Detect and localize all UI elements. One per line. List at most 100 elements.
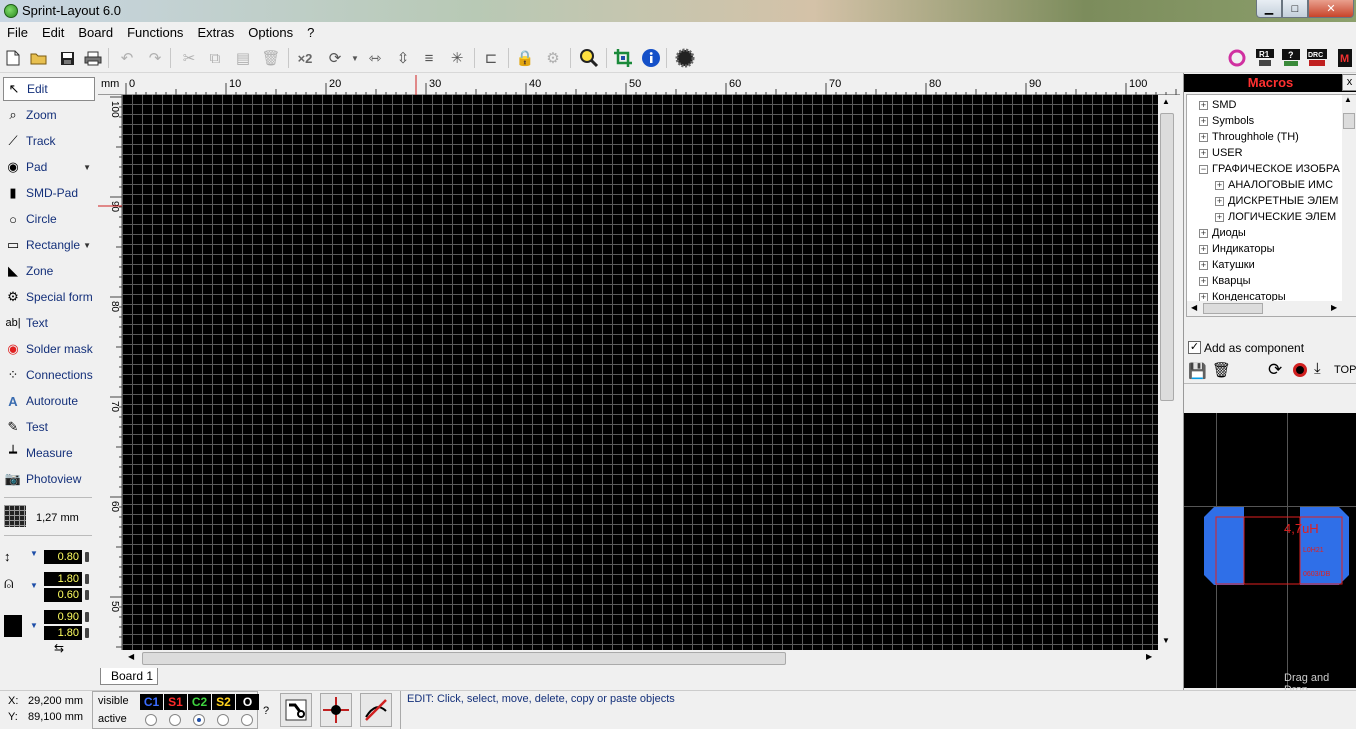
expand-icon[interactable]: + <box>1199 260 1208 270</box>
close-button[interactable]: ✕ <box>1308 0 1354 18</box>
layer-c1-active-radio[interactable] <box>145 714 157 726</box>
tree-item[interactable]: + Throughhole (TH) <box>1199 129 1299 145</box>
expand-icon[interactable]: + <box>1199 148 1208 158</box>
layer-s2-active-radio[interactable] <box>217 714 229 726</box>
paste-icon[interactable]: ▤ <box>232 47 254 69</box>
macro-tree[interactable]: + SMD + Symbols + Throughhole (TH) + USER − ГРАФИ… <box>1186 94 1356 317</box>
snap-icon[interactable]: ✳ <box>446 47 468 69</box>
layer-top-button[interactable]: TOP <box>1334 364 1356 376</box>
component-icon[interactable] <box>674 47 696 69</box>
layers-help[interactable]: ? <box>263 705 269 717</box>
macros-close-button[interactable]: x <box>1342 74 1356 91</box>
rotate-icon[interactable]: ⟳ <box>324 47 346 69</box>
pad-target-icon[interactable] <box>1226 47 1248 69</box>
add-as-component-checkbox[interactable]: ✓ <box>1188 341 1201 354</box>
mirror-horizontal-icon[interactable]: ⇿ <box>364 47 386 69</box>
tool-autoroute[interactable]: A Autoroute <box>3 389 95 413</box>
pcb-canvas[interactable] <box>122 95 1158 650</box>
copy-icon[interactable]: ⧉ <box>204 47 226 69</box>
expand-icon[interactable]: + <box>1199 100 1208 110</box>
unlock-icon[interactable]: ⚙ <box>542 47 564 69</box>
layer-s1-visible[interactable]: S1 <box>164 694 187 710</box>
tool-edit[interactable]: ↖ Edit <box>3 77 95 101</box>
smd-width-field[interactable]: 0.90 <box>44 610 82 624</box>
import-icon[interactable]: ⤓ <box>1314 360 1321 377</box>
pad-outer-field[interactable]: 1.80 <box>44 572 82 586</box>
menu-board[interactable]: Board <box>71 25 120 40</box>
menu-edit[interactable]: Edit <box>35 25 71 40</box>
tree-item[interactable]: + SMD <box>1199 97 1236 113</box>
expand-icon[interactable]: + <box>1199 276 1208 286</box>
pad-inner-field[interactable]: 0.60 <box>44 588 82 602</box>
expand-icon[interactable]: + <box>1215 196 1224 206</box>
scroll-left-icon[interactable]: ◀ <box>128 652 134 661</box>
print-icon[interactable] <box>82 47 104 69</box>
tool-track[interactable]: ⟋ Track <box>3 129 95 153</box>
rotate-dropdown-icon[interactable]: ▼ <box>344 47 366 69</box>
tree-item[interactable]: + АНАЛОГОВЫЕ ИМС <box>1215 177 1333 193</box>
menu-file[interactable]: File <box>0 25 35 40</box>
rubberband-button[interactable] <box>360 693 392 727</box>
tool-solder-mask[interactable]: ◉ Solder mask <box>3 337 95 361</box>
tree-item[interactable]: + Кварцы <box>1199 273 1251 289</box>
group-icon[interactable]: ⊏ <box>480 47 502 69</box>
track-width-dropdown-icon[interactable]: ▼ <box>30 549 38 558</box>
expand-icon[interactable]: + <box>1199 244 1208 254</box>
track-width-field[interactable]: 0.80 <box>44 550 82 564</box>
pad-size-dropdown-icon[interactable]: ▼ <box>30 581 38 590</box>
layer-c1-visible[interactable]: C1 <box>140 694 163 710</box>
smd-size-dropdown-icon[interactable]: ▼ <box>30 621 38 630</box>
macro-preview[interactable]: 4,7uH L0H21 0603/DB Drag and Drop <box>1184 413 1356 696</box>
menu-extras[interactable]: Extras <box>190 25 241 40</box>
menu-functions[interactable]: Functions <box>120 25 190 40</box>
pad-dropdown-icon[interactable]: ▼ <box>83 163 91 172</box>
refresh-icon[interactable]: ⟳ <box>1268 360 1282 380</box>
layer-c2-visible[interactable]: C2 <box>188 694 211 710</box>
collapse-icon[interactable]: − <box>1199 164 1208 174</box>
tool-special-form[interactable]: ⚙ Special form <box>3 285 95 309</box>
pad-probe-button[interactable] <box>280 693 312 727</box>
mirror-vertical-icon[interactable]: ⇳ <box>392 47 414 69</box>
expand-icon[interactable]: + <box>1199 228 1208 238</box>
rectangle-dropdown-icon[interactable]: ▼ <box>83 241 91 250</box>
record-icon[interactable] <box>1293 363 1307 377</box>
redo-icon[interactable]: ↷ <box>144 47 166 69</box>
tree-item[interactable]: + ЛОГИЧЕСКИЕ ЭЛЕМ <box>1215 209 1336 225</box>
drc-icon[interactable]: DRC <box>1306 47 1328 69</box>
minimize-button[interactable]: ▁ <box>1256 0 1282 18</box>
new-file-icon[interactable] <box>2 47 24 69</box>
layer-o-active-radio[interactable] <box>241 714 253 726</box>
lock-icon[interactable]: 🔒 <box>514 47 536 69</box>
tree-item[interactable]: + Symbols <box>1199 113 1254 129</box>
smd-height-field[interactable]: 1.80 <box>44 626 82 640</box>
tool-zone[interactable]: ◣ Zone <box>3 259 95 283</box>
menu-options[interactable]: Options <box>241 25 300 40</box>
delete-macro-icon[interactable]: 🗑 <box>1212 361 1231 379</box>
grid-icon[interactable] <box>4 505 26 527</box>
tool-measure[interactable]: ┷ Measure <box>3 441 95 465</box>
expand-icon[interactable]: + <box>1199 116 1208 126</box>
layer-o-visible[interactable]: O <box>236 694 259 710</box>
scroll-up-icon[interactable]: ▲ <box>1162 97 1170 106</box>
help-check-icon[interactable]: ? <box>1280 47 1302 69</box>
tree-item[interactable]: + Диоды <box>1199 225 1246 241</box>
crop-icon[interactable] <box>612 47 634 69</box>
layer-s1-active-radio[interactable] <box>169 714 181 726</box>
tool-rectangle[interactable]: ▭ Rectangle ▼ <box>3 233 95 257</box>
tree-item[interactable]: − ГРАФИЧЕСКОЕ ИЗОБРА <box>1199 161 1340 177</box>
delete-icon[interactable]: 🗑 <box>260 47 282 69</box>
tool-test[interactable]: ✎ Test <box>3 415 95 439</box>
tree-item[interactable]: + Катушки <box>1199 257 1255 273</box>
undo-icon[interactable]: ↶ <box>116 47 138 69</box>
zoom-search-icon[interactable] <box>578 47 600 69</box>
tool-connections[interactable]: ⁘ Connections <box>3 363 95 387</box>
tool-text[interactable]: ab| Text <box>3 311 95 335</box>
cut-icon[interactable]: ✂ <box>178 47 200 69</box>
tool-circle[interactable]: ○ Circle <box>3 207 95 231</box>
vertical-scrollbar[interactable]: ▲ ▼ <box>1158 95 1176 650</box>
tool-smd-pad[interactable]: ▮ SMD-Pad <box>3 181 95 205</box>
menu-help[interactable]: ? <box>300 25 321 40</box>
expand-icon[interactable]: + <box>1199 132 1208 142</box>
save-icon[interactable] <box>56 47 78 69</box>
tree-hscroll[interactable]: ◀ ▶ <box>1187 301 1356 316</box>
